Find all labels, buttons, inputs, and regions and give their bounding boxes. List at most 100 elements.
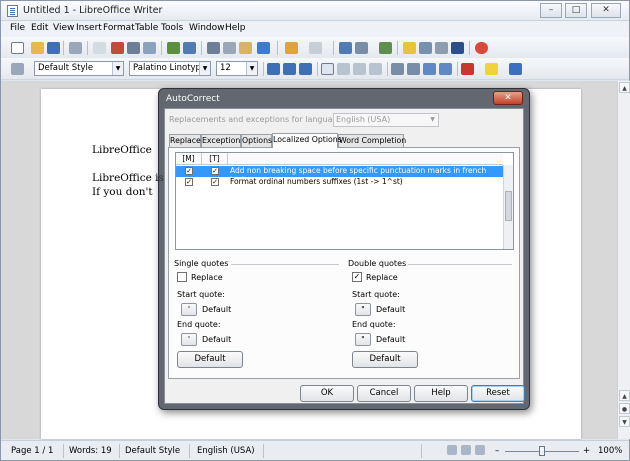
styles-formatting-icon[interactable]: [11, 63, 24, 75]
hyperlink-icon[interactable]: [339, 42, 352, 54]
bold-icon[interactable]: [267, 63, 280, 75]
new-document-icon[interactable]: [11, 42, 24, 54]
italic-icon[interactable]: [283, 63, 296, 75]
menu-file[interactable]: File: [10, 23, 25, 33]
double-end-quote-button[interactable]: ": [355, 333, 371, 346]
zoom-level[interactable]: 100%: [598, 446, 622, 456]
highlighting-icon[interactable]: [485, 63, 498, 75]
gallery-icon[interactable]: [419, 42, 432, 54]
underline-icon[interactable]: [299, 63, 312, 75]
show-draw-functions-icon[interactable]: [379, 42, 392, 54]
print-icon[interactable]: [127, 42, 140, 54]
paste-icon[interactable]: [239, 42, 252, 54]
table-icon[interactable]: [355, 42, 368, 54]
decrease-indent-icon[interactable]: [423, 63, 436, 75]
zoom-in-button[interactable]: +: [583, 446, 590, 456]
doc-line-2: LibreOffice is: [92, 172, 164, 184]
navigator-icon[interactable]: [403, 42, 416, 54]
double-default-button[interactable]: Default: [352, 351, 418, 368]
open-folder-icon[interactable]: [31, 42, 44, 54]
font-size-select[interactable]: 12 ▼: [216, 61, 258, 76]
single-end-quote-button[interactable]: ': [181, 333, 197, 346]
column-header-m[interactable]: [M]: [176, 153, 202, 165]
email-icon[interactable]: [69, 42, 82, 54]
font-color-icon[interactable]: [461, 63, 474, 75]
data-sources-icon[interactable]: [435, 42, 448, 54]
zoom-slider-handle[interactable]: [539, 446, 545, 456]
formatting-marks-icon[interactable]: [451, 42, 464, 54]
undo-icon[interactable]: [285, 42, 298, 54]
maximize-button[interactable]: □: [565, 3, 587, 18]
autocorrect-dialog: AutoCorrect ✕ Replacements and exception…: [158, 88, 530, 410]
ok-button[interactable]: OK: [300, 385, 354, 402]
menu-edit[interactable]: Edit: [31, 23, 48, 33]
help-button[interactable]: Help: [414, 385, 468, 402]
double-start-quote-button[interactable]: ": [355, 303, 371, 316]
minimize-button[interactable]: –: [540, 3, 562, 18]
zoom-out-button[interactable]: –: [495, 446, 499, 456]
single-default-button[interactable]: Default: [177, 351, 243, 368]
single-replace-checkbox[interactable]: [177, 272, 187, 282]
font-name-select[interactable]: Palatino Linotype ▼: [129, 61, 211, 76]
list-scroll-thumb[interactable]: [505, 191, 512, 221]
option-text-row-2: Format ordinal numbers suffixes (1st -> …: [230, 177, 403, 186]
cancel-button[interactable]: Cancel: [357, 385, 411, 402]
double-replace-checkbox[interactable]: ✓: [352, 272, 362, 282]
localized-options-list[interactable]: [M] [T] ✓ ✓ Add non breaking space befor…: [175, 152, 514, 250]
background-color-icon[interactable]: [509, 63, 522, 75]
window-close-button[interactable]: ✕: [591, 3, 621, 18]
tab-exceptions[interactable]: Exceptions: [201, 134, 244, 147]
book-view-icon[interactable]: [475, 445, 485, 455]
spellcheck-icon[interactable]: [167, 42, 180, 54]
prev-page-icon[interactable]: ▲: [619, 390, 630, 401]
align-center-icon[interactable]: [337, 63, 350, 75]
menu-format[interactable]: Format: [103, 23, 135, 33]
menu-window[interactable]: Window: [189, 23, 225, 33]
print-preview-icon[interactable]: [143, 42, 156, 54]
multi-page-view-icon[interactable]: [461, 445, 471, 455]
single-start-quote-button[interactable]: ': [181, 303, 197, 316]
redo-icon[interactable]: [309, 42, 322, 54]
edit-file-icon[interactable]: [93, 42, 106, 54]
align-right-icon[interactable]: [353, 63, 366, 75]
save-icon[interactable]: [47, 42, 60, 54]
autospellcheck-icon[interactable]: [183, 42, 196, 54]
tab-localized-options[interactable]: Localized Options: [272, 133, 342, 148]
single-page-view-icon[interactable]: [447, 445, 457, 455]
justify-icon[interactable]: [369, 63, 382, 75]
export-pdf-icon[interactable]: [111, 42, 124, 54]
numbering-icon[interactable]: [391, 63, 404, 75]
list-item[interactable]: ✓ ✓ Format ordinal numbers suffixes (1st…: [176, 177, 503, 188]
tab-word-completion[interactable]: Word Completion: [338, 134, 406, 147]
menu-tools[interactable]: Tools: [161, 23, 183, 33]
menu-help[interactable]: Help: [225, 23, 246, 33]
copy-icon[interactable]: [223, 42, 236, 54]
column-header-t[interactable]: [T]: [202, 153, 228, 165]
scroll-up-icon[interactable]: ▲: [619, 82, 630, 93]
increase-indent-icon[interactable]: [439, 63, 452, 75]
paragraph-style-select[interactable]: Default Style ▼: [34, 61, 124, 76]
list-item[interactable]: ✓ ✓ Add non breaking space before specif…: [176, 166, 503, 184]
check-m-row-2[interactable]: ✓: [185, 178, 193, 186]
check-t-row-2[interactable]: ✓: [211, 178, 219, 186]
bullets-icon[interactable]: [407, 63, 420, 75]
dialog-close-button[interactable]: ✕: [493, 91, 523, 105]
vertical-scrollbar[interactable]: ▲ ▲ ● ▼: [617, 81, 630, 439]
reset-button[interactable]: Reset: [471, 385, 525, 402]
check-t-row-1[interactable]: ✓: [211, 167, 219, 175]
language-select[interactable]: English (USA) ▼: [333, 113, 439, 127]
menu-insert[interactable]: Insert: [76, 23, 102, 33]
align-left-icon[interactable]: [321, 63, 334, 75]
tab-replace[interactable]: Replace: [169, 134, 201, 147]
cut-icon[interactable]: [207, 42, 220, 54]
menu-table[interactable]: Table: [135, 23, 158, 33]
menu-view[interactable]: View: [53, 23, 74, 33]
navigation-icon[interactable]: ●: [619, 403, 630, 414]
check-m-row-1[interactable]: ✓: [185, 167, 193, 175]
clone-formatting-icon[interactable]: [257, 42, 270, 54]
list-scrollbar[interactable]: [503, 165, 513, 249]
next-page-icon[interactable]: ▼: [619, 416, 630, 427]
language-value: English (USA): [336, 115, 391, 124]
help-icon[interactable]: [475, 42, 488, 54]
tab-options[interactable]: Options: [241, 134, 272, 147]
